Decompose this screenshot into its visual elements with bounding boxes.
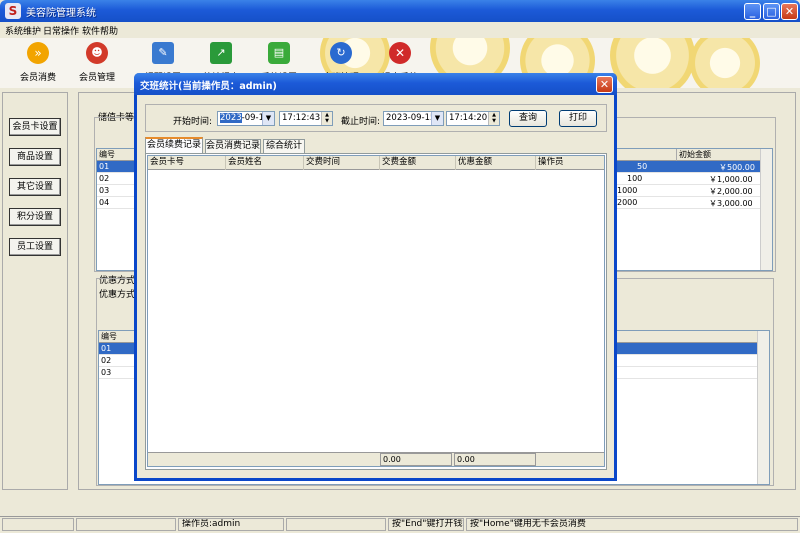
totals-row: 0.00 0.00	[148, 452, 604, 466]
app-icon: S	[5, 3, 21, 19]
cell-num: 100	[627, 174, 643, 183]
play-icon: »	[27, 42, 49, 64]
end-date-picker[interactable]: 2023-09-15 ▼	[383, 111, 444, 126]
total-pay-amount: 0.00	[380, 453, 452, 466]
column-member-name: 会员姓名	[226, 156, 304, 170]
column-discount-amount: 优惠金额	[456, 156, 536, 170]
lemon-decoration	[610, 38, 695, 88]
spin-icon[interactable]: ▲ ▼	[488, 112, 499, 125]
start-time-field[interactable]: 17:12:43 ▲ ▼	[279, 111, 333, 126]
window-title: 美容院管理系统	[26, 8, 96, 19]
cylinder-icon: ▤	[268, 42, 290, 64]
toolbar-label: 会员管理	[78, 73, 115, 83]
menu-help[interactable]: 软件帮助	[82, 24, 118, 37]
shift-stats-dialog: 交班统计(当前操作员：admin) ✕ 开始时间: 2023-09-15 ▼ 1…	[134, 73, 617, 481]
dialog-titlebar: 交班统计(当前操作员：admin) ✕	[134, 73, 617, 95]
toolbar-label: 会员消费	[19, 73, 56, 83]
toolbar-member-button[interactable]: ☻ 会员管理	[74, 40, 120, 86]
close-icon: ✕	[389, 42, 411, 64]
user-icon: ☻	[86, 42, 108, 64]
end-time-field[interactable]: 17:14:20 ▲ ▼	[446, 111, 500, 126]
end-time-value: 17:14:20	[449, 113, 488, 123]
nav-card-settings-button[interactable]: 会员卡设置	[9, 118, 61, 136]
start-time-label: 开始时间:	[173, 117, 213, 127]
cell-amount: ￥2,000.00	[709, 187, 753, 196]
toolbar-consume-button[interactable]: » 会员消费	[15, 40, 61, 86]
menu-system[interactable]: 系统维护	[5, 24, 41, 37]
column-operator: 操作员	[538, 157, 564, 167]
vertical-scrollbar[interactable]	[757, 331, 769, 484]
column-card-no: 会员卡号	[148, 156, 226, 170]
status-cell-empty	[2, 518, 74, 531]
status-cell-empty	[76, 518, 176, 531]
end-time-label: 截止时间:	[341, 117, 381, 127]
cell-amount: ￥3,000.00	[709, 199, 753, 208]
minimize-button[interactable]: _	[744, 3, 761, 20]
query-button[interactable]: 查询	[509, 110, 547, 127]
start-time-value: 17:12:43	[282, 113, 321, 123]
column-pay-amount: 交费金额	[380, 156, 456, 170]
chevron-down-icon[interactable]: ▼	[431, 112, 443, 125]
tab-recharge-records[interactable]: 会员续费记录	[145, 137, 203, 154]
start-date-year: 2023	[220, 113, 242, 123]
menu-daily[interactable]: 日常操作	[43, 24, 79, 37]
lemon-decoration	[690, 38, 760, 88]
cell-num: 1000	[617, 186, 638, 195]
cell-amount: ￥1,000.00	[709, 175, 753, 184]
column-amount-header: 初始金额	[676, 149, 760, 161]
window-titlebar: S 美容院管理系统 _ □ ✕	[0, 0, 800, 22]
chevron-down-icon[interactable]: ▼	[262, 112, 274, 125]
cell-num: 50	[637, 162, 648, 171]
refresh-icon: ↻	[330, 42, 352, 64]
notepad-icon: ✎	[152, 42, 174, 64]
nav-other-settings-button[interactable]: 其它设置	[9, 178, 61, 196]
dialog-close-button[interactable]: ✕	[596, 76, 613, 93]
vertical-scrollbar[interactable]	[760, 149, 772, 270]
column-id-header: 编号	[99, 150, 115, 159]
cell-num: 2000	[617, 198, 638, 207]
nav-points-settings-button[interactable]: 积分设置	[9, 208, 61, 226]
total-discount-amount: 0.00	[454, 453, 536, 466]
tab-summary[interactable]: 综合统计	[263, 139, 305, 153]
status-cell-empty	[286, 518, 386, 531]
chart-arrow-icon: ↗	[210, 42, 232, 64]
print-button[interactable]: 打印	[559, 110, 597, 127]
records-grid[interactable]: 会员卡号 会员姓名 交费时间 交费金额 优惠金额 操作员 0.00 0.00	[147, 155, 605, 467]
menu-bar: 系统维护 日常操作 软件帮助	[0, 22, 800, 38]
spin-icon[interactable]: ▲ ▼	[321, 112, 332, 125]
nav-staff-settings-button[interactable]: 员工设置	[9, 238, 61, 256]
column-pay-time: 交费时间	[304, 156, 380, 170]
status-operator: 操作员:admin	[178, 518, 284, 531]
dialog-title: 交班统计(当前操作员：admin)	[140, 81, 277, 92]
cell-amount: ￥500.00	[719, 163, 755, 172]
status-hint-home: 按"Home"键用无卡会员消费	[466, 518, 798, 531]
status-hint-end: 按"End"键打开钱箱	[388, 518, 464, 531]
maximize-button[interactable]: □	[763, 3, 780, 20]
end-date-value: 2023-09-15	[386, 113, 436, 123]
tab-consume-records[interactable]: 会员消费记录	[205, 139, 261, 153]
nav-goods-settings-button[interactable]: 商品设置	[9, 148, 61, 166]
close-button[interactable]: ✕	[781, 3, 798, 20]
start-date-picker[interactable]: 2023-09-15 ▼	[217, 111, 275, 126]
